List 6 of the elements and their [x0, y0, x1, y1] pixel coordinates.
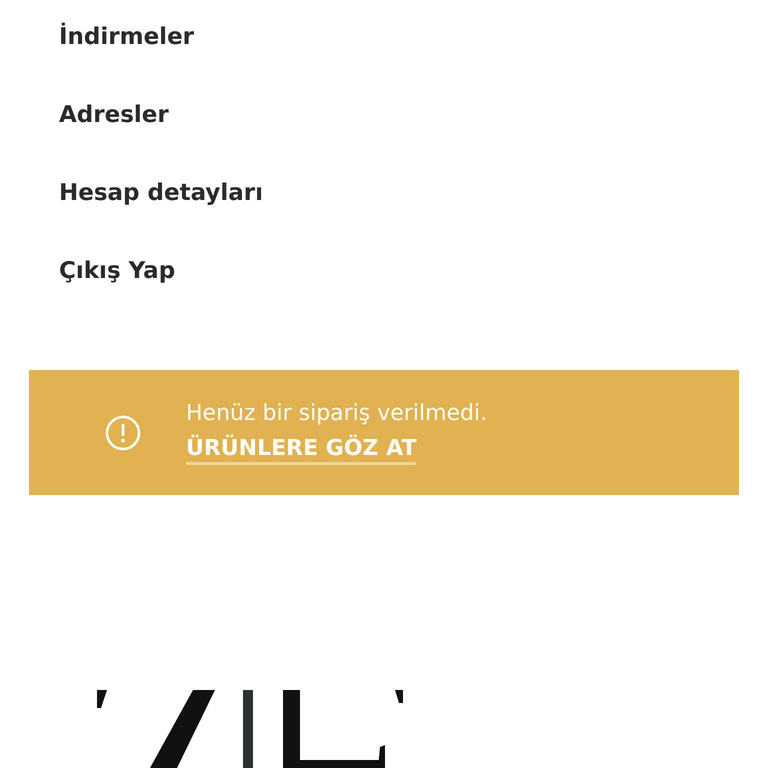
- account-menu-link[interactable]: İndirmeler: [59, 0, 194, 76]
- account-menu-link[interactable]: Adresler: [59, 76, 169, 154]
- account-menu-link[interactable]: Çıkış Yap: [59, 232, 176, 310]
- info-icon: [105, 414, 141, 450]
- notice-message: Henüz bir sipariş verilmedi.: [186, 400, 488, 426]
- account-menu-link[interactable]: Hesap detayları: [59, 154, 264, 232]
